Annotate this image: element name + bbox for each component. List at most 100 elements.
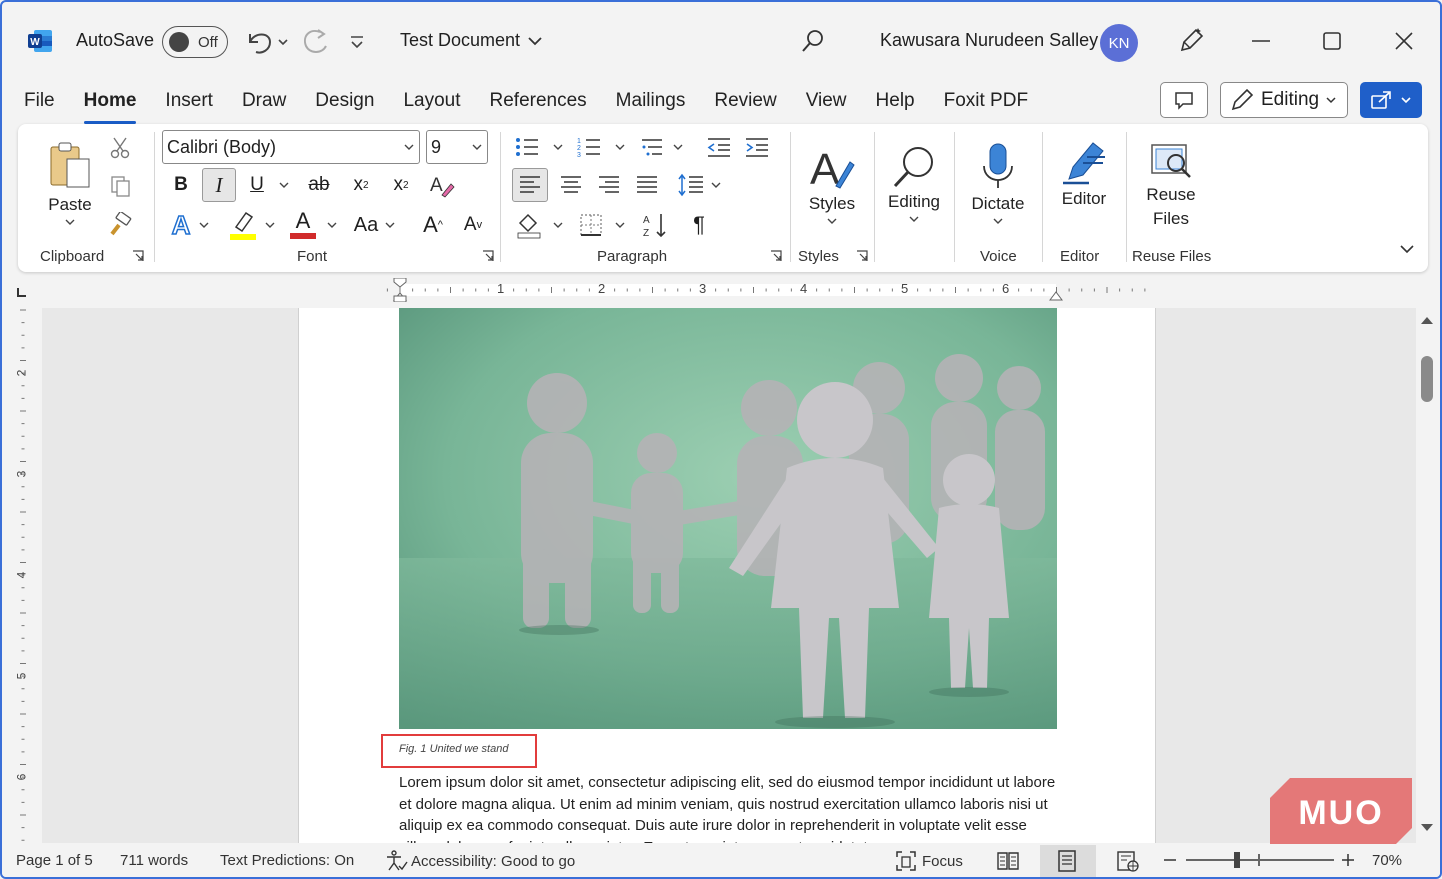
reuse-files-button[interactable]: Reuse Files (1138, 134, 1204, 238)
read-mode-button[interactable] (996, 850, 1020, 872)
font-size-select[interactable]: 9 (426, 130, 488, 164)
tab-selector-icon[interactable] (16, 286, 28, 298)
close-button[interactable] (1392, 28, 1416, 54)
shading-button[interactable] (512, 208, 546, 242)
chevron-down-icon[interactable] (552, 220, 564, 230)
chevron-down-icon[interactable] (614, 142, 626, 152)
multilevel-list-button[interactable] (636, 132, 666, 162)
avatar[interactable]: KN (1100, 24, 1138, 62)
scroll-up-icon[interactable] (1420, 314, 1434, 326)
accessibility-status[interactable]: Accessibility: Good to go (384, 849, 575, 873)
underline-button[interactable]: U (240, 168, 274, 202)
minimize-button[interactable] (1250, 26, 1272, 56)
scroll-thumb[interactable] (1421, 356, 1433, 402)
tab-review[interactable]: Review (714, 88, 776, 118)
chevron-down-icon[interactable] (552, 142, 564, 152)
share-button[interactable] (1360, 82, 1422, 118)
vertical-scrollbar[interactable] (1416, 308, 1440, 843)
numbering-button[interactable]: 123 (574, 132, 604, 162)
collapse-ribbon-icon[interactable] (1398, 242, 1416, 256)
tab-help[interactable]: Help (876, 88, 915, 118)
chevron-down-icon[interactable] (672, 142, 684, 152)
chevron-down-icon[interactable] (384, 220, 396, 230)
figure-caption[interactable]: Fig. 1 United we stand (399, 743, 508, 755)
text-predictions-status[interactable]: Text Predictions: On (220, 852, 354, 869)
highlight-button[interactable] (226, 208, 260, 242)
chevron-down-icon[interactable] (710, 180, 722, 190)
tab-view[interactable]: View (806, 88, 847, 118)
chevron-down-icon[interactable] (614, 220, 626, 230)
dictate-button[interactable]: Dictate (964, 132, 1032, 236)
web-layout-button[interactable] (1116, 850, 1140, 872)
inserted-picture[interactable] (399, 308, 1057, 729)
cut-button[interactable] (106, 134, 134, 162)
zoom-in-icon[interactable] (1340, 852, 1356, 868)
horizontal-ruler[interactable] (298, 278, 1156, 302)
tab-mailings[interactable]: Mailings (616, 88, 686, 118)
show-formatting-button[interactable]: ¶ (682, 208, 716, 242)
shrink-font-button[interactable]: Av (456, 208, 490, 242)
subscript-button[interactable]: x2 (344, 168, 378, 202)
redo-button[interactable] (300, 26, 332, 58)
line-spacing-button[interactable] (674, 168, 708, 202)
justify-button[interactable] (630, 168, 664, 202)
editing-button[interactable]: Editing (882, 132, 946, 236)
editor-button[interactable]: Editor (1052, 132, 1116, 216)
styles-button[interactable]: A Styles (802, 132, 862, 236)
designer-button[interactable] (1176, 26, 1206, 56)
zoom-slider-track[interactable] (1186, 859, 1334, 861)
bullets-button[interactable] (512, 132, 542, 162)
comments-button[interactable] (1160, 82, 1208, 118)
word-count[interactable]: 711 words (120, 852, 188, 869)
strikethrough-button[interactable]: ab (302, 168, 336, 202)
zoom-level[interactable]: 70% (1372, 852, 1402, 869)
tab-file[interactable]: File (24, 88, 55, 118)
tab-references[interactable]: References (490, 88, 587, 118)
chevron-down-icon[interactable] (198, 220, 210, 230)
font-family-select[interactable]: Calibri (Body) (162, 130, 420, 164)
undo-button[interactable] (242, 26, 290, 58)
document-title-button[interactable]: Test Document (400, 30, 546, 51)
focus-button[interactable]: Focus (894, 849, 963, 873)
print-layout-button[interactable] (1040, 845, 1096, 877)
search-button[interactable] (798, 26, 828, 56)
tab-insert[interactable]: Insert (165, 88, 213, 118)
grow-font-button[interactable]: A ^ (416, 208, 450, 242)
tab-home[interactable]: Home (83, 88, 136, 124)
chevron-down-icon[interactable] (278, 180, 290, 190)
borders-button[interactable] (574, 208, 608, 242)
editing-mode-button[interactable]: Editing (1220, 82, 1348, 118)
document-canvas[interactable]: Fig. 1 United we stand Lorem ipsum dolor… (42, 308, 1416, 843)
maximize-button[interactable] (1320, 28, 1344, 54)
chevron-down-icon[interactable] (326, 220, 338, 230)
body-paragraph[interactable]: Lorem ipsum dolor sit amet, consectetur … (399, 772, 1059, 843)
align-right-button[interactable] (592, 168, 626, 202)
sort-button[interactable]: AZ (638, 208, 672, 242)
paste-button[interactable]: Paste (40, 132, 100, 236)
styles-launcher-icon[interactable] (856, 250, 868, 262)
chevron-down-icon[interactable] (264, 220, 276, 230)
page-count[interactable]: Page 1 of 5 (16, 852, 93, 869)
align-center-button[interactable] (554, 168, 588, 202)
scroll-down-icon[interactable] (1420, 822, 1434, 834)
align-left-button[interactable] (512, 168, 548, 202)
copy-button[interactable] (106, 172, 134, 200)
decrease-indent-button[interactable] (704, 132, 734, 162)
font-launcher-icon[interactable] (482, 250, 494, 262)
text-effects-button[interactable]: A (164, 208, 198, 242)
italic-button[interactable]: I (202, 168, 236, 202)
superscript-button[interactable]: x2 (384, 168, 418, 202)
bold-button[interactable]: B (164, 168, 198, 202)
tab-layout[interactable]: Layout (403, 88, 460, 118)
font-color-button[interactable]: A (286, 206, 320, 242)
user-name[interactable]: Kawusara Nurudeen Salley (880, 30, 1098, 51)
change-case-button[interactable]: Aa (348, 208, 384, 242)
paragraph-launcher-icon[interactable] (770, 250, 782, 262)
customize-qat-button[interactable] (348, 32, 366, 52)
zoom-slider-thumb[interactable] (1234, 852, 1240, 868)
tab-design[interactable]: Design (315, 88, 374, 118)
zoom-out-icon[interactable] (1162, 852, 1178, 868)
tab-foxit-pdf[interactable]: Foxit PDF (944, 88, 1028, 118)
increase-indent-button[interactable] (742, 132, 772, 162)
clipboard-launcher-icon[interactable] (132, 250, 144, 262)
